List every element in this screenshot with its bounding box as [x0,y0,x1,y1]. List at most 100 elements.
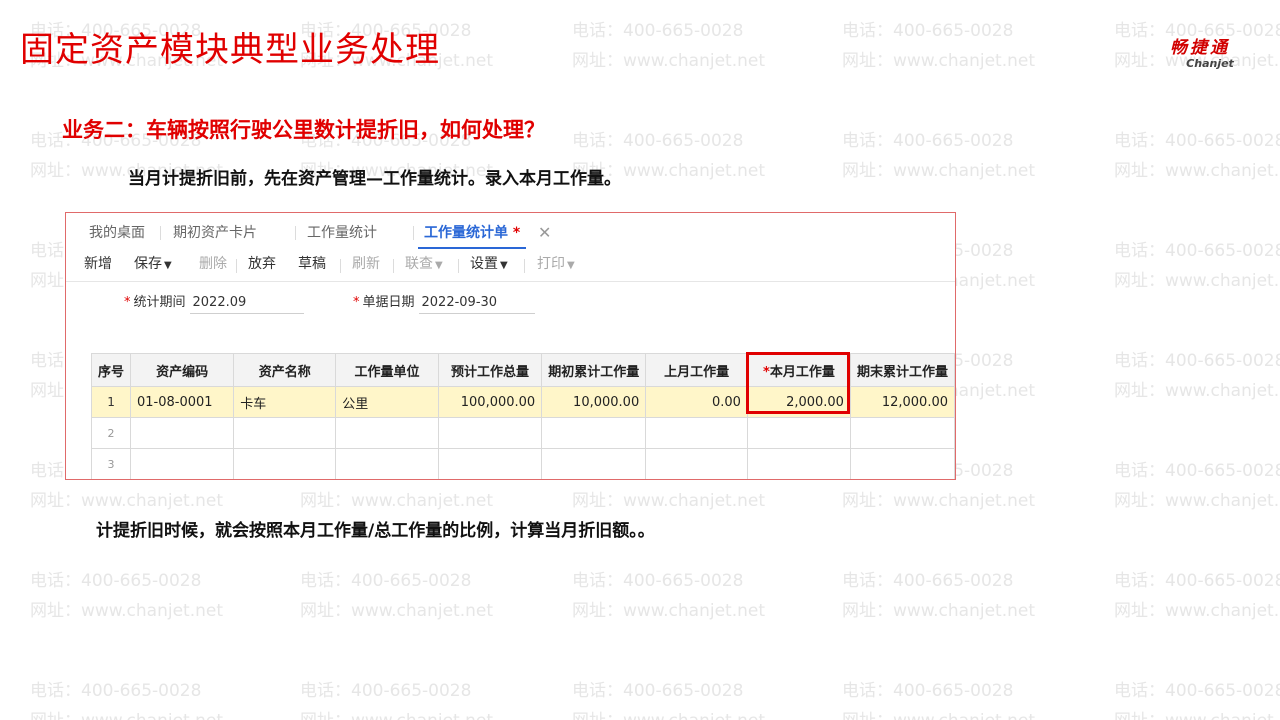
watermark-website: 网址：www.chanjet.net [842,161,1036,181]
col-header-closing-accumulated[interactable]: 期末累计工作量 [849,353,955,387]
doc-date-input[interactable]: 2022-09-30 [418,295,535,314]
table-row[interactable]: 2 [90,417,955,449]
tab-separator [160,226,161,240]
doc-date-field: * 单据日期 2022-09-30 [353,291,535,314]
required-mark: * [353,295,360,310]
watermark-tile: 电话：400-665-0028 网址：www.chanjet.net [300,676,560,720]
slide-subtitle: 业务二：车辆按照行驶公里数计提折旧，如何处理？ [62,118,545,142]
cell-workload-unit[interactable] [335,448,439,479]
tab-workload-statistics-form[interactable]: 工作量统计单 * [418,213,527,249]
cell-asset-code[interactable] [130,417,235,449]
logo-english-text: Chanjet [1186,57,1234,70]
col-header-opening-accumulated[interactable]: 期初累计工作量 [541,353,647,387]
cell-asset-code[interactable] [130,448,235,479]
watermark-tile: 电话：400-665-0028 网址：www.chanjet.net [842,16,1102,76]
tab-opening-asset-cards[interactable]: 期初资产卡片 [173,213,257,247]
tab-separator [295,226,296,240]
watermark-tile: 电话：400-665-0028 网址：www.chanjet.net [30,676,290,720]
watermark-phone: 电话：400-665-0028 [300,571,472,591]
period-label: 统计期间 [133,295,186,310]
settings-button[interactable]: 设置 ▼ [470,249,508,281]
watermark-website: 网址：www.chanjet.net [1114,601,1280,621]
watermark-phone: 电话：400-665-0028 [842,131,1014,151]
watermark-phone: 电话：400-665-0028 [30,681,202,701]
watermark-tile: 电话：400-665-0028 网址：www.chanjet.net [572,676,832,720]
toolbar-separator [393,259,394,273]
cell-index: 1 [90,386,132,418]
print-label: 打印 [537,256,565,272]
watermark-phone: 电话：400-665-0028 [300,681,472,701]
watermark-tile: 电话：400-665-0028 网址：www.chanjet.net [572,566,832,626]
watermark-phone: 电话：400-665-0028 [842,571,1014,591]
watermark-tile: 电话：400-665-0028 网址：www.chanjet.net [300,566,560,626]
cell-asset-name[interactable] [233,417,337,449]
col-header-index[interactable]: 序号 [90,353,132,387]
cell-asset-code[interactable]: 01-08-0001 [130,386,235,418]
cell-this-month[interactable] [746,417,851,449]
cell-last-month[interactable] [645,448,748,479]
cell-last-month[interactable] [645,417,748,449]
cell-closing-accumulated[interactable]: 12,000.00 [849,386,955,418]
watermark-tile: 电话：400-665-0028 网址：www.chanjet.net [572,16,832,76]
cell-this-month[interactable] [746,448,851,479]
tab-my-desktop[interactable]: 我的桌面 [89,213,145,247]
refresh-button[interactable]: 刷新 [352,249,380,279]
link-query-button[interactable]: 联查 ▼ [405,249,443,281]
watermark-tile: 电话：400-665-0028 网址：www.chanjet.net [842,676,1102,720]
toolbar-separator [458,259,459,273]
draft-button[interactable]: 草稿 [298,249,326,279]
delete-button[interactable]: 删除 [199,249,227,279]
cell-last-month[interactable]: 0.00 [645,386,748,418]
col-header-asset-name[interactable]: 资产名称 [233,353,337,387]
watermark-tile: 电话：400-665-0028 网址：www.chanjet.net [842,126,1102,186]
save-button[interactable]: 保存 ▼ [134,249,172,281]
watermark-website: 网址：www.chanjet.net [1114,271,1280,291]
new-button[interactable]: 新增 [84,249,112,279]
table-row[interactable]: 3 [90,448,955,479]
watermark-website: 网址：www.chanjet.net [30,491,224,511]
cell-estimated-total[interactable]: 100,000.00 [437,386,543,418]
cell-estimated-total[interactable] [437,448,543,479]
period-field: * 统计期间 2022.09 [124,291,304,314]
col-header-last-month[interactable]: 上月工作量 [645,353,748,387]
cell-opening-accumulated[interactable]: 10,000.00 [541,386,647,418]
col-header-workload-unit[interactable]: 工作量单位 [335,353,439,387]
watermark-website: 网址：www.chanjet.net [1114,491,1280,511]
watermark-phone: 电话：400-665-0028 [572,131,744,151]
cell-asset-name[interactable] [233,448,337,479]
period-input[interactable]: 2022.09 [189,295,304,314]
this-month-workload-highlight [746,352,850,414]
watermark-phone: 电话：400-665-0028 [572,571,744,591]
tab-workload-statistics[interactable]: 工作量统计 [307,213,377,247]
cell-asset-name[interactable]: 卡车 [233,386,337,418]
watermark-tile: 电话：400-665-0028 网址：www.chanjet.net [1114,126,1280,186]
cell-closing-accumulated[interactable] [849,417,955,449]
watermark-website: 网址：www.chanjet.net [300,491,494,511]
required-mark: * [124,295,131,310]
cell-closing-accumulated[interactable] [849,448,955,479]
close-icon[interactable]: ✕ [538,223,551,242]
tab-label: 期初资产卡片 [173,225,257,241]
doc-date-label: 单据日期 [362,295,415,310]
watermark-phone: 电话：400-665-0028 [842,21,1014,41]
cell-opening-accumulated[interactable] [541,417,647,449]
logo-chinese-text: 畅捷通 [1170,38,1230,58]
discard-button[interactable]: 放弃 [248,249,276,279]
tab-label: 工作量统计单 [424,225,508,241]
watermark-website: 网址：www.chanjet.net [572,706,832,720]
cell-workload-unit[interactable] [335,417,439,449]
cell-estimated-total[interactable] [437,417,543,449]
watermark-tile: 电话：400-665-0028 网址：www.chanjet.net [842,566,1102,626]
print-button[interactable]: 打印 ▼ [537,249,575,281]
watermark-tile: 电话：400-665-0028 网址：www.chanjet.net [1114,676,1280,720]
watermark-website: 网址：www.chanjet.net [1114,161,1280,181]
col-header-asset-code[interactable]: 资产编码 [130,353,235,387]
watermark-website: 网址：www.chanjet.net [1114,381,1280,401]
cell-workload-unit[interactable]: 公里 [335,386,439,418]
col-header-estimated-total[interactable]: 预计工作总量 [437,353,543,387]
watermark-phone: 电话：400-665-0028 [1114,351,1280,371]
tab-label: 工作量统计 [307,225,377,241]
watermark-website: 网址：www.chanjet.net [842,601,1036,621]
cell-opening-accumulated[interactable] [541,448,647,479]
chevron-down-icon: ▼ [435,260,443,271]
